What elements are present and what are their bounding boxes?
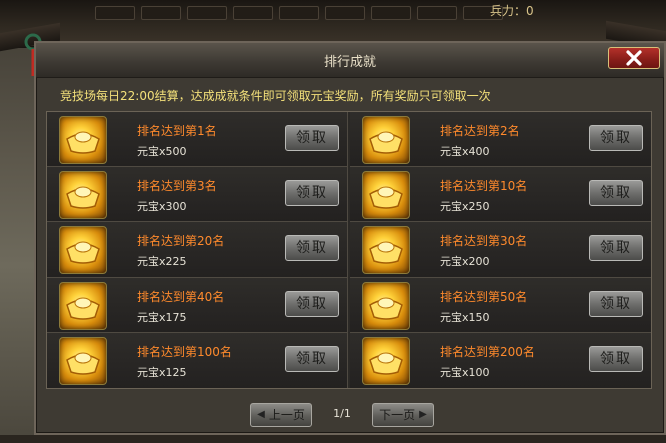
prev-page-label: 上一页 — [268, 408, 305, 422]
next-page-button[interactable]: 下一页 ▶ — [372, 403, 434, 427]
gold-ingot-icon — [59, 116, 107, 164]
rank-requirement: 排名达到第10名 — [440, 179, 528, 194]
reward-card: 排名达到第40名 元宝x175 领取 — [47, 277, 348, 333]
reward-card: 排名达到第2名 元宝x400 领取 — [350, 112, 651, 168]
reward-amount: 元宝x225 — [137, 255, 187, 269]
reward-amount: 元宝x125 — [137, 365, 187, 379]
dialog-title: 排行成就 — [323, 55, 376, 70]
reward-card: 排名达到第100名 元宝x125 领取 — [47, 332, 348, 388]
reward-amount: 元宝x500 — [137, 145, 187, 158]
claim-button[interactable]: 领取 — [285, 345, 339, 372]
reward-amount: 元宝x400 — [440, 145, 490, 158]
claim-button[interactable]: 领取 — [285, 235, 339, 262]
reward-card: 排名达到第10名 元宝x250 领取 — [350, 167, 651, 223]
gold-ingot-icon — [59, 336, 107, 385]
claim-button[interactable]: 领取 — [589, 235, 643, 262]
gold-ingot-icon — [59, 171, 107, 220]
rank-requirement: 排名达到第50名 — [440, 289, 528, 304]
gold-ingot-icon — [362, 281, 410, 330]
reward-card: 排名达到第20名 元宝x225 领取 — [47, 222, 348, 278]
rank-requirement: 排名达到第200名 — [440, 344, 535, 359]
roof-tiles — [95, 6, 503, 20]
close-icon — [626, 50, 642, 66]
rank-requirement: 排名达到第1名 — [137, 124, 217, 138]
gold-ingot-icon — [362, 116, 410, 164]
claim-button[interactable]: 领取 — [589, 125, 643, 151]
gold-ingot-icon — [362, 336, 410, 385]
bottom-strip — [0, 435, 666, 443]
rank-requirement: 排名达到第3名 — [137, 179, 217, 194]
reward-amount: 元宝x250 — [440, 200, 490, 214]
pagination: ◀ 上一页 1/1 下一页 ▶ — [36, 403, 664, 427]
reward-amount: 元宝x150 — [440, 310, 490, 324]
arrow-left-icon: ◀ — [257, 409, 265, 420]
claim-button[interactable]: 领取 — [589, 290, 643, 317]
gold-ingot-icon — [362, 171, 410, 220]
claim-button[interactable]: 领取 — [589, 345, 643, 372]
reward-card: 排名达到第1名 元宝x500 领取 — [47, 112, 348, 168]
rank-requirement: 排名达到第20名 — [137, 234, 225, 249]
reward-card: 排名达到第3名 元宝x300 领取 — [47, 167, 348, 223]
gold-ingot-icon — [362, 226, 410, 275]
gold-ingot-icon — [59, 281, 107, 330]
reward-card: 排名达到第50名 元宝x150 领取 — [350, 277, 651, 333]
arrow-right-icon: ▶ — [419, 409, 427, 420]
prev-page-button[interactable]: ◀ 上一页 — [250, 403, 312, 427]
rank-requirement: 排名达到第40名 — [137, 289, 225, 304]
gold-ingot-icon — [59, 226, 107, 275]
claim-button[interactable]: 领取 — [589, 180, 643, 207]
claim-button[interactable]: 领取 — [285, 180, 339, 207]
ranking-achievement-dialog: 排行成就 竞技场每日22:00结算，达成成就条件即可领取元宝奖励，所有奖励只可领… — [34, 41, 666, 435]
dialog-titlebar: 排行成就 — [36, 43, 664, 78]
reward-card: 排名达到第30名 元宝x200 领取 — [350, 222, 651, 278]
settlement-notice: 竞技场每日22:00结算，达成成就条件即可领取元宝奖励，所有奖励只可领取一次 — [60, 89, 491, 103]
next-page-label: 下一页 — [379, 408, 416, 422]
claim-button[interactable]: 领取 — [285, 125, 339, 151]
claim-button[interactable]: 领取 — [285, 290, 339, 317]
reward-grid: 排名达到第1名 元宝x500 领取 排名达到第2名 元宝x400 领取 排名达到… — [46, 111, 652, 389]
troops-counter: 兵力：0 — [490, 4, 534, 18]
rank-requirement: 排名达到第2名 — [440, 124, 520, 138]
reward-card: 排名达到第200名 元宝x100 领取 — [350, 332, 651, 388]
reward-amount: 元宝x200 — [440, 255, 490, 269]
reward-amount: 元宝x175 — [137, 310, 187, 324]
close-button[interactable] — [608, 47, 660, 69]
page-indicator: 1/1 — [333, 407, 351, 420]
rank-requirement: 排名达到第100名 — [137, 344, 232, 359]
reward-amount: 元宝x100 — [440, 365, 490, 379]
reward-amount: 元宝x300 — [137, 200, 187, 214]
rank-requirement: 排名达到第30名 — [440, 234, 528, 249]
